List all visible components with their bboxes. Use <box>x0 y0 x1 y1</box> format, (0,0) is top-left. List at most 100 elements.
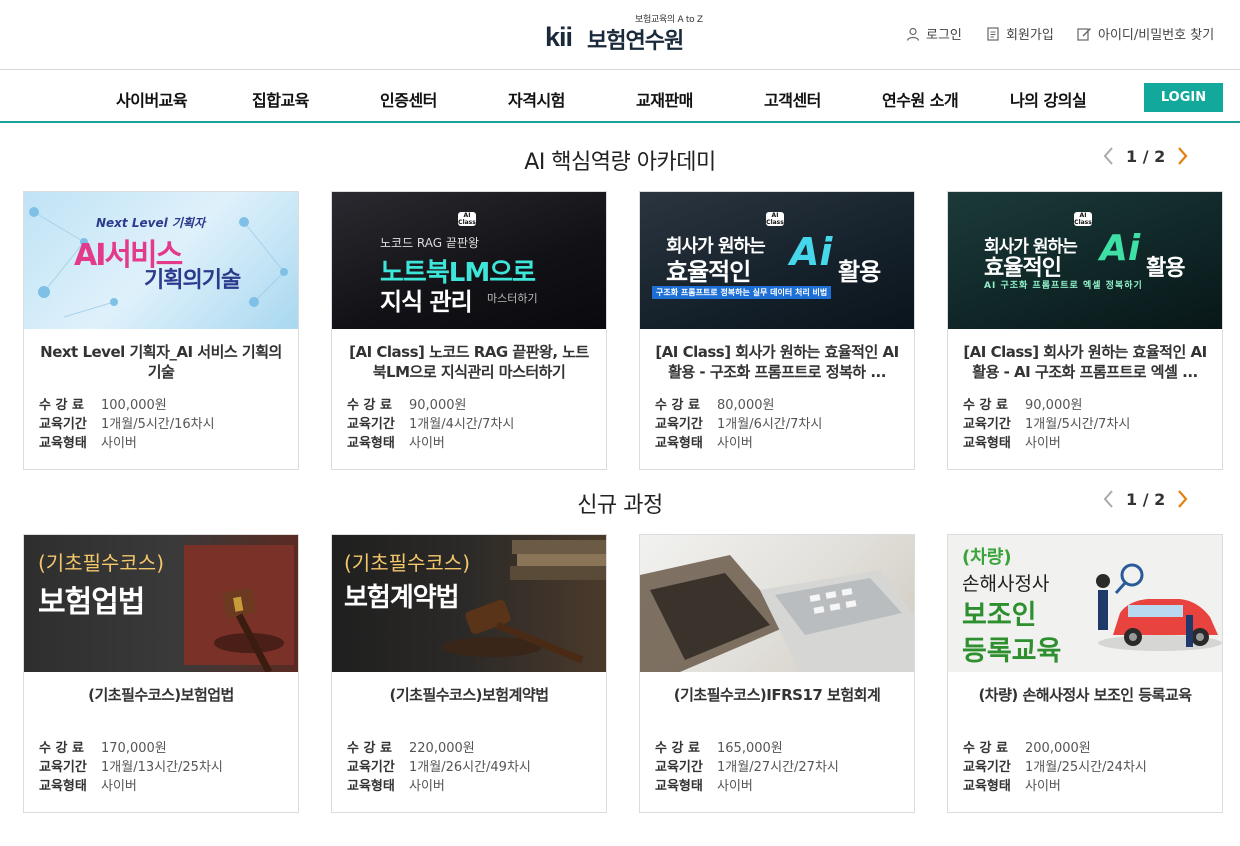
section-title-ai-academy: AI 핵심역량 아카데미 <box>524 150 716 175</box>
thumb-line3: 활용 <box>838 258 881 286</box>
pager-new-courses: 1 / 2 <box>1100 488 1191 510</box>
thumb-line3: 활용 <box>1146 256 1185 281</box>
course-fee: 수 강 료 90,000원 <box>963 394 1082 413</box>
course-fee: 수 강 료 100,000원 <box>39 394 167 413</box>
type-value: 사이버 <box>409 779 445 794</box>
period-value: 1개월/25시간/24차시 <box>1025 760 1147 775</box>
thumb-line4: 구조화 프롬프트로 정복하는 실무 데이터 처리 비법 <box>652 286 832 299</box>
thumb-line4: 등록교육 <box>962 636 1062 667</box>
nav-item-certification[interactable]: 인증센터 <box>380 87 437 111</box>
course-title[interactable]: (기초필수코스)IFRS17 보험회계 <box>652 685 902 705</box>
course-fee: 수 강 료 90,000원 <box>347 394 466 413</box>
site-logo[interactable]: 보험교육의 A to Z kii 보험연수원 <box>545 12 705 54</box>
course-thumbnail <box>640 535 914 672</box>
top-header: 보험교육의 A to Z kii 보험연수원 로그인 회원가입 아이디/비밀번호… <box>0 0 1240 70</box>
chevron-left-icon[interactable] <box>1100 145 1118 167</box>
course-period: 교육기간 1개월/25시간/24차시 <box>963 756 1147 775</box>
period-value: 1개월/4시간/7차시 <box>409 417 515 432</box>
period-label: 교육기간 <box>963 417 1011 432</box>
period-value: 1개월/5시간/7차시 <box>1025 417 1131 432</box>
nav-item-my-classroom[interactable]: 나의 강의실 <box>1010 87 1087 111</box>
course-card[interactable]: (기초필수코스) 보험업법 (기초필수코스)보험업법 수 강 료 170,000원… <box>23 534 299 813</box>
course-card[interactable]: AI Class 회사가 원하는 효율적인 Ai 활용 AI 구조화 프롬프트로… <box>947 191 1223 470</box>
ai-class-badge: AI Class <box>458 212 476 226</box>
nav-item-books[interactable]: 교재판매 <box>636 87 693 111</box>
course-type: 교육형태 사이버 <box>39 775 137 794</box>
course-fee: 수 강 료 170,000원 <box>39 737 167 756</box>
course-type: 교육형태 사이버 <box>347 775 445 794</box>
join-link[interactable]: 회원가입 <box>986 24 1054 43</box>
course-title[interactable]: Next Level 기획자_AI 서비스 기획의 기술 <box>36 342 286 382</box>
course-fee: 수 강 료 165,000원 <box>655 737 783 756</box>
fee-value: 170,000원 <box>101 741 167 756</box>
type-label: 교육형태 <box>347 779 395 794</box>
course-title[interactable]: [AI Class] 회사가 원하는 효율적인 AI활용 - AI 구조화 프롬… <box>960 342 1210 382</box>
course-title[interactable]: (기초필수코스)보험계약법 <box>344 685 594 705</box>
course-title[interactable]: (차량) 손해사정사 보조인 등록교육 <box>960 685 1210 705</box>
course-title[interactable]: (기초필수코스)보험업법 <box>36 685 286 705</box>
document-icon <box>987 26 999 41</box>
course-title[interactable]: [AI Class] 노코드 RAG 끝판왕, 노트북LM으로 지식관리 마스터… <box>344 342 594 382</box>
type-value: 사이버 <box>1025 779 1061 794</box>
thumb-line3: 보조인 <box>962 600 1037 631</box>
fee-value: 90,000원 <box>409 398 467 413</box>
find-account-link[interactable]: 아이디/비밀번호 찾기 <box>1077 24 1214 43</box>
edit-icon <box>1077 27 1091 41</box>
course-card[interactable]: (기초필수코스) 보험계약법 (기초필수코스)보험계약법 수 강 료 220,00… <box>331 534 607 813</box>
thumb-line3: 기획의기술 <box>144 268 241 293</box>
fee-value: 220,000원 <box>409 741 475 756</box>
thumb-line1: (기초필수코스) <box>344 551 471 575</box>
course-period: 교육기간 1개월/5시간/7차시 <box>963 413 1130 432</box>
chevron-right-icon[interactable] <box>1173 488 1191 510</box>
course-card[interactable]: (기초필수코스)IFRS17 보험회계 수 강 료 165,000원 교육기간 1개… <box>639 534 915 813</box>
thumb-line4: AI 구조화 프롬프트로 엑셀 정복하기 <box>984 281 1143 291</box>
chevron-left-icon[interactable] <box>1100 488 1118 510</box>
course-card[interactable]: (차량) 손해사정사 보조인 등록교육 (차량) 손해사정사 보조인 등록교육 … <box>947 534 1223 813</box>
course-thumbnail: (차량) 손해사정사 보조인 등록교육 <box>948 535 1222 672</box>
join-link-label: 회원가입 <box>1006 28 1054 43</box>
login-link-label: 로그인 <box>926 28 962 43</box>
nav-item-about[interactable]: 연수원 소개 <box>882 87 959 111</box>
period-value: 1개월/26시간/49차시 <box>409 760 531 775</box>
chevron-right-icon[interactable] <box>1173 145 1191 167</box>
main-nav: 사이버교육 집합교육 인증센터 자격시험 교재판매 고객센터 연수원 소개 나의… <box>0 71 1240 123</box>
course-thumbnail: (기초필수코스) 보험업법 <box>24 535 298 672</box>
course-type: 교육형태 사이버 <box>963 775 1061 794</box>
course-fee: 수 강 료 80,000원 <box>655 394 774 413</box>
nav-item-exam[interactable]: 자격시험 <box>508 87 565 111</box>
person-icon <box>906 27 920 41</box>
period-value: 1개월/6시간/7차시 <box>717 417 823 432</box>
period-label: 교육기간 <box>963 760 1011 775</box>
thumb-line1: 노코드 RAG 끝판왕 <box>380 236 480 250</box>
nav-item-group[interactable]: 집합교육 <box>252 87 309 111</box>
nav-item-support[interactable]: 고객센터 <box>764 87 821 111</box>
fee-label: 수 강 료 <box>347 398 392 413</box>
period-value: 1개월/13시간/25차시 <box>101 760 223 775</box>
course-fee: 수 강 료 200,000원 <box>963 737 1091 756</box>
login-link[interactable]: 로그인 <box>906 24 962 43</box>
type-value: 사이버 <box>717 779 753 794</box>
course-card[interactable]: AI Class 회사가 원하는 효율적인 Ai 활용 구조화 프롬프트로 정복… <box>639 191 915 470</box>
thumb-line1: Next Level 기획자 <box>96 216 205 230</box>
ai-class-badge: AI Class <box>766 212 784 226</box>
course-period: 교육기간 1개월/4시간/7차시 <box>347 413 514 432</box>
fee-label: 수 강 료 <box>655 398 700 413</box>
nav-item-cyber[interactable]: 사이버교육 <box>116 87 188 111</box>
type-label: 교육형태 <box>963 436 1011 451</box>
fee-label: 수 강 료 <box>963 741 1008 756</box>
type-value: 사이버 <box>717 436 753 451</box>
thumb-ai-mark: Ai <box>790 230 833 274</box>
thumb-line3: 지식 관리 <box>380 288 473 316</box>
thumb-line2: 손해사정사 <box>962 573 1050 595</box>
course-title[interactable]: [AI Class] 회사가 원하는 효율적인 AI 활용 - 구조화 프롬프트… <box>652 342 902 382</box>
course-period: 교육기간 1개월/5시간/16차시 <box>39 413 215 432</box>
ai-class-badge: AI Class <box>1074 212 1092 226</box>
course-thumbnail: AI Class 노코드 RAG 끝판왕 노트북LM으로 지식 관리 마스터하기 <box>332 192 606 329</box>
period-value: 1개월/27시간/27차시 <box>717 760 839 775</box>
calculator-icon <box>640 555 914 672</box>
course-card[interactable]: AI Class 노코드 RAG 끝판왕 노트북LM으로 지식 관리 마스터하기… <box>331 191 607 470</box>
course-card[interactable]: Next Level 기획자 AI서비스 기획의기술 Next Level 기획… <box>23 191 299 470</box>
pager-text: 1 / 2 <box>1126 489 1166 509</box>
thumb-line2: 보험계약법 <box>344 583 460 613</box>
login-button[interactable]: LOGIN <box>1144 83 1223 112</box>
